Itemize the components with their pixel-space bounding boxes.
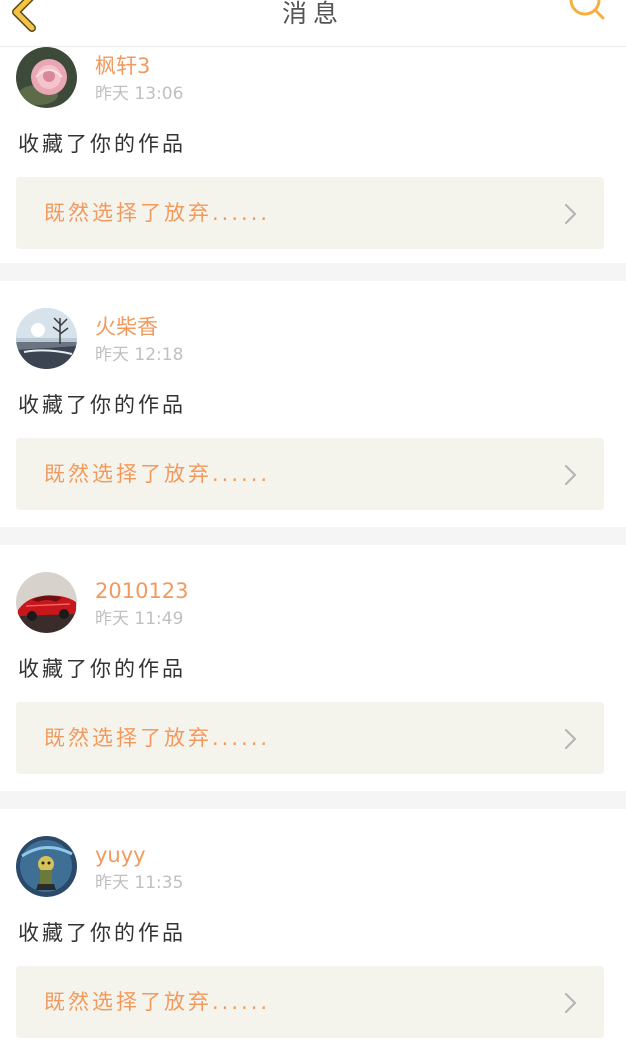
figure-avatar-image xyxy=(16,836,77,897)
quoted-work-title: 既然选择了放弃...... xyxy=(44,201,271,225)
username[interactable]: 2010123 xyxy=(95,579,189,603)
quoted-work[interactable]: 既然选择了放弃...... xyxy=(16,438,604,510)
message-card: yuyy 昨天 11:35 收藏了你的作品 既然选择了放弃...... xyxy=(0,809,626,1055)
message-card: 火柴香 昨天 12:18 收藏了你的作品 既然选择了放弃...... xyxy=(0,281,626,527)
chevron-right-icon xyxy=(564,464,577,486)
rose-avatar-image xyxy=(16,47,77,108)
winter-landscape-avatar-image xyxy=(16,308,77,369)
red-car-avatar-image xyxy=(16,572,77,633)
quoted-work-title: 既然选择了放弃...... xyxy=(44,990,271,1014)
quoted-work-title: 既然选择了放弃...... xyxy=(44,726,271,750)
action-text: 收藏了你的作品 xyxy=(18,132,186,156)
page-title: 消息 xyxy=(281,0,344,28)
quoted-work-title: 既然选择了放弃...... xyxy=(44,462,271,486)
search-icon[interactable] xyxy=(563,0,609,26)
timestamp: 昨天 13:06 xyxy=(95,84,184,104)
action-text: 收藏了你的作品 xyxy=(18,921,186,945)
timestamp: 昨天 11:35 xyxy=(95,873,184,893)
chevron-right-icon xyxy=(564,728,577,750)
action-text: 收藏了你的作品 xyxy=(18,393,186,417)
user-avatar[interactable] xyxy=(16,47,77,108)
timestamp: 昨天 12:18 xyxy=(95,345,184,365)
username[interactable]: yuyy xyxy=(95,843,146,867)
username[interactable]: 火柴香 xyxy=(95,315,158,339)
user-avatar[interactable] xyxy=(16,572,77,633)
quoted-work[interactable]: 既然选择了放弃...... xyxy=(16,702,604,774)
message-card: 枫轩3 昨天 13:06 收藏了你的作品 既然选择了放弃...... xyxy=(0,20,626,266)
message-card: 2010123 昨天 11:49 收藏了你的作品 既然选择了放弃...... xyxy=(0,545,626,791)
quoted-work[interactable]: 既然选择了放弃...... xyxy=(16,177,604,249)
card-divider xyxy=(0,527,626,545)
chevron-right-icon xyxy=(564,203,577,225)
card-divider xyxy=(0,263,626,281)
username[interactable]: 枫轩3 xyxy=(95,54,150,78)
card-divider xyxy=(0,791,626,809)
user-avatar[interactable] xyxy=(16,308,77,369)
action-text: 收藏了你的作品 xyxy=(18,657,186,681)
user-avatar[interactable] xyxy=(16,836,77,897)
timestamp: 昨天 11:49 xyxy=(95,609,184,629)
top-nav-bar: 消息 xyxy=(0,0,626,47)
quoted-work[interactable]: 既然选择了放弃...... xyxy=(16,966,604,1038)
chevron-right-icon xyxy=(564,992,577,1014)
